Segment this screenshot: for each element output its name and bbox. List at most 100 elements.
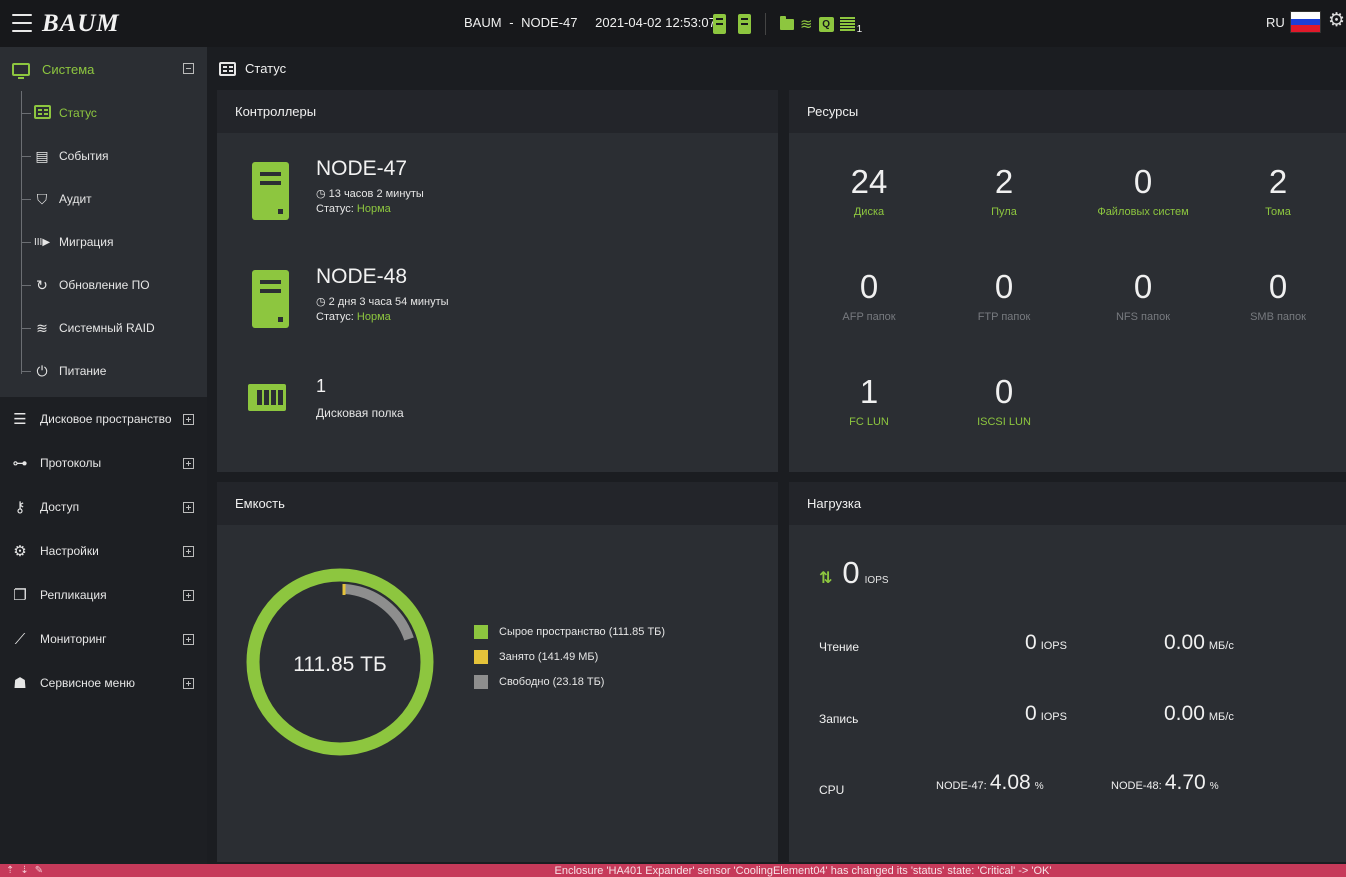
sidebar-subitem-status[interactable]: Статус [0,93,207,133]
resource-label: NFS папок [1115,311,1171,323]
resource-label: Пула [991,206,1017,218]
status-value: Норма [356,203,391,215]
node-name: NODE-47 [316,157,408,180]
resource-smb[interactable]: 0 SMB папок [1213,270,1343,323]
refresh-icon: ↻ [36,276,48,293]
panel-title: Контроллеры [217,90,778,133]
write-label: Запись [819,712,859,726]
gear-icon: ⚙ [13,543,27,560]
sidebar-subitem-events[interactable]: ▤ События [0,136,207,176]
controllers-panel: Контроллеры NODE-47 ◷ 13 часов 2 минуты … [217,90,778,472]
sidebar-item-access[interactable]: ⚷ Доступ [0,485,207,529]
expand-icon[interactable] [183,458,194,469]
tree-branch [21,156,31,157]
folder-icon[interactable] [780,15,794,30]
total-iops-value: 0 [842,555,860,590]
resources-panel: Ресурсы 24 Диска 2 Пула 0 Файловых систем 2… [789,90,1346,472]
sidebar-subitem-update[interactable]: ↻ Обновление ПО [0,265,207,305]
layers-icon[interactable]: ≋ [800,17,813,32]
status-icons: ≋ Q 1 [713,13,862,35]
resource-label: FTP папок [977,311,1031,323]
sidebar-item-replication[interactable]: ❐ Репликация [0,573,207,617]
layers-icon: ≋ [36,319,48,336]
sidebar-item-service-menu[interactable]: ☗ Сервисное меню [0,661,207,705]
tree-branch [21,371,31,372]
resource-afp[interactable]: 0 AFP папок [804,270,934,323]
panel-title: Нагрузка [789,482,1346,525]
read-throughput: 0.00 МБ/с [1164,631,1234,655]
write-iops-value: 0 [1025,702,1037,725]
russia-flag-icon[interactable] [1290,11,1321,33]
resource-label: SMB папок [1250,311,1306,323]
sidebar-item-label: Репликация [40,588,107,602]
sidebar-subitem-power[interactable]: ⏻ Питание [0,351,207,391]
sidebar-item-system[interactable]: Система [0,47,207,91]
total-iops: ⇅ 0 IOPS [819,555,889,591]
resource-ftp[interactable]: 0 FTP папок [939,270,1069,323]
server-icon [252,162,289,220]
sidebar-subitem-system-raid[interactable]: ≋ Системный RAID [0,308,207,348]
status-label: Статус: [316,311,354,323]
resource-disks[interactable]: 24 Диска [804,165,934,218]
read-iops: 0 IOPS [1025,631,1067,655]
language-label[interactable]: RU [1266,15,1285,30]
shield-check-icon: ⛉ [36,190,48,207]
separator-dash: - [509,15,514,30]
capacity-panel: Емкость 111.85 ТБ Сырое пространство (11… [217,482,778,862]
cpu-node-label: NODE-47: [936,780,987,792]
notification-bar[interactable]: ⇡⇣✎ Enclosure 'HA401 Expander' sensor 'C… [0,864,1346,877]
system-name: BAUM [464,15,502,30]
sidebar-subitem-audit[interactable]: ⛉ Аудит [0,179,207,219]
sidebar-item-label: Протоколы [40,456,102,470]
resource-label: Файловых систем [1097,206,1189,218]
resource-nfs[interactable]: 0 NFS папок [1078,270,1208,323]
resource-value: 0 [994,268,1014,305]
settings-gear-icon[interactable]: ⚙ [1328,9,1346,31]
status-value: Норма [356,311,391,323]
resource-filesystems[interactable]: 0 Файловых систем [1078,165,1208,218]
menu-icon[interactable] [12,14,32,32]
legend-item-used: Занято (141.49 МБ) [474,647,665,667]
expand-icon[interactable] [183,546,194,557]
system-submenu: Статус ▤ События ⛉ Аудит III▶ Миграция ↻… [0,91,207,397]
node-status: Статус: Норма [316,311,391,323]
resource-value: 0 [1133,163,1153,200]
expand-icon[interactable] [183,414,194,425]
cpu-unit: % [1209,781,1219,792]
expand-icon[interactable] [183,590,194,601]
sidebar-item-label: Система [42,61,95,77]
sidebar-item-monitoring[interactable]: ⟋ Мониторинг [0,617,207,661]
logo: BAUM [42,10,120,37]
write-mbs-value: 0.00 [1164,702,1205,725]
cpu-label: CPU [819,783,845,797]
enclosure-count: 1 [856,23,863,35]
sidebar-item-settings[interactable]: ⚙ Настройки [0,529,207,573]
network-icon: ⊶ [12,455,28,472]
sidebar-item-label: Дисковое пространство [40,412,172,426]
status-icon [219,61,236,76]
resource-pools[interactable]: 2 Пула [939,165,1069,218]
legend-label: Свободно (23.18 ТБ) [499,676,605,688]
node-47-server-icon[interactable] [713,14,726,34]
resource-fc-lun[interactable]: 1 FC LUN [804,375,934,428]
enclosure-icon[interactable] [839,17,855,31]
sidebar-subitem-migration[interactable]: III▶ Миграция [0,222,207,262]
panel-title: Емкость [217,482,778,525]
resource-iscsi-lun[interactable]: 0 ISCSI LUN [939,375,1069,428]
expand-icon[interactable] [183,502,194,513]
sidebar-item-protocols[interactable]: ⊶ Протоколы [0,441,207,485]
resource-volumes[interactable]: 2 Тома [1213,165,1343,218]
node-48-server-icon[interactable] [738,14,751,34]
server-icon [252,270,289,328]
expand-icon[interactable] [183,678,194,689]
sidebar-item-disk-space[interactable]: ☰ Дисковое пространство [0,397,207,441]
expand-icon[interactable] [183,634,194,645]
sidebar-subitem-label: Аудит [59,192,92,206]
page-title: Статус [245,61,287,76]
q-icon[interactable]: Q [818,16,834,32]
collapse-icon[interactable] [183,63,194,74]
tree-branch [21,328,31,329]
read-label: Чтение [819,640,860,654]
legend-swatch [474,650,488,664]
sidebar-subitem-label: События [59,149,109,163]
